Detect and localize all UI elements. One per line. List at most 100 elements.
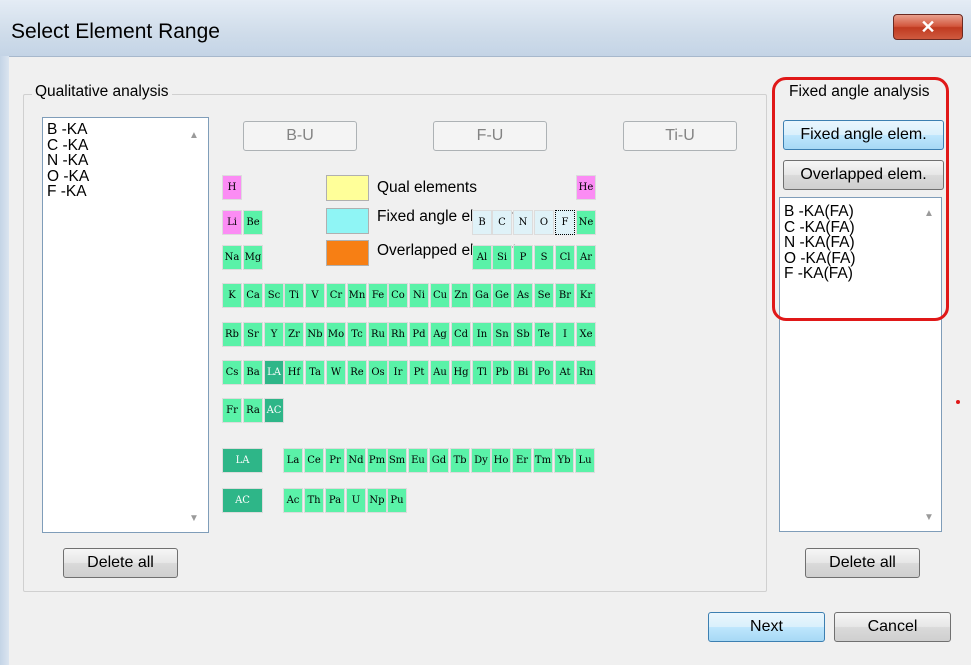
- element-cell-ac[interactable]: AC: [264, 398, 284, 423]
- element-cell-ra[interactable]: Ra: [243, 398, 263, 423]
- element-cell-pa[interactable]: Pa: [325, 488, 345, 513]
- element-cell-co[interactable]: Co: [388, 283, 408, 308]
- qualitative-delete-all-button[interactable]: Delete all: [63, 548, 178, 578]
- element-cell-bi[interactable]: Bi: [513, 360, 533, 385]
- element-cell-re[interactable]: Re: [347, 360, 367, 385]
- element-cell-pm[interactable]: Pm: [367, 448, 387, 473]
- element-cell-kr[interactable]: Kr: [576, 283, 596, 308]
- element-cell-na[interactable]: Na: [222, 245, 242, 270]
- element-cell-br[interactable]: Br: [555, 283, 575, 308]
- element-cell-po[interactable]: Po: [534, 360, 554, 385]
- element-cell-au[interactable]: Au: [430, 360, 450, 385]
- range-b-u-button[interactable]: B-U: [243, 121, 357, 151]
- element-cell-se[interactable]: Se: [534, 283, 554, 308]
- element-cell-tm[interactable]: Tm: [533, 448, 553, 473]
- element-cell-xe[interactable]: Xe: [576, 322, 596, 347]
- element-cell-ac[interactable]: Ac: [283, 488, 303, 513]
- element-cell-v[interactable]: V: [305, 283, 325, 308]
- element-cell-sn[interactable]: Sn: [492, 322, 512, 347]
- element-cell-mn[interactable]: Mn: [347, 283, 367, 308]
- element-cell-ga[interactable]: Ga: [472, 283, 492, 308]
- element-cell-nd[interactable]: Nd: [346, 448, 366, 473]
- element-cell-np[interactable]: Np: [367, 488, 387, 513]
- element-cell-cr[interactable]: Cr: [326, 283, 346, 308]
- element-cell-ba[interactable]: Ba: [243, 360, 263, 385]
- element-cell-b[interactable]: B: [472, 210, 492, 235]
- element-cell-at[interactable]: At: [555, 360, 575, 385]
- element-cell-yb[interactable]: Yb: [554, 448, 574, 473]
- element-cell-zr[interactable]: Zr: [284, 322, 304, 347]
- element-cell-tb[interactable]: Tb: [450, 448, 470, 473]
- element-cell-ar[interactable]: Ar: [576, 245, 596, 270]
- list-item[interactable]: F -KA: [47, 184, 89, 200]
- element-cell-la[interactable]: LA: [222, 448, 263, 473]
- element-cell-sr[interactable]: Sr: [243, 322, 263, 347]
- element-cell-ce[interactable]: Ce: [304, 448, 324, 473]
- element-cell-ne[interactable]: Ne: [576, 210, 596, 235]
- element-cell-as[interactable]: As: [513, 283, 533, 308]
- element-cell-rb[interactable]: Rb: [222, 322, 242, 347]
- element-cell-n[interactable]: N: [513, 210, 533, 235]
- element-cell-h[interactable]: H: [222, 175, 242, 200]
- element-cell-la[interactable]: LA: [264, 360, 284, 385]
- range-f-u-button[interactable]: F-U: [433, 121, 547, 151]
- element-cell-tl[interactable]: Tl: [472, 360, 492, 385]
- element-cell-pb[interactable]: Pb: [492, 360, 512, 385]
- element-cell-te[interactable]: Te: [534, 322, 554, 347]
- list-item[interactable]: B -KA: [47, 122, 89, 138]
- element-cell-cd[interactable]: Cd: [451, 322, 471, 347]
- element-cell-ir[interactable]: Ir: [388, 360, 408, 385]
- element-cell-ho[interactable]: Ho: [491, 448, 511, 473]
- element-cell-fe[interactable]: Fe: [368, 283, 388, 308]
- element-cell-dy[interactable]: Dy: [471, 448, 491, 473]
- element-cell-eu[interactable]: Eu: [408, 448, 428, 473]
- element-cell-cu[interactable]: Cu: [430, 283, 450, 308]
- element-cell-pt[interactable]: Pt: [409, 360, 429, 385]
- element-cell-ge[interactable]: Ge: [492, 283, 512, 308]
- element-cell-i[interactable]: I: [555, 322, 575, 347]
- element-cell-c[interactable]: C: [492, 210, 512, 235]
- element-cell-la[interactable]: La: [283, 448, 303, 473]
- list-item[interactable]: C -KA: [47, 137, 89, 154]
- element-cell-hg[interactable]: Hg: [451, 360, 471, 385]
- list-item[interactable]: O -KA: [47, 168, 89, 185]
- element-cell-gd[interactable]: Gd: [429, 448, 449, 473]
- element-cell-sc[interactable]: Sc: [264, 283, 284, 308]
- element-cell-si[interactable]: Si: [492, 245, 512, 270]
- element-cell-in[interactable]: In: [472, 322, 492, 347]
- element-cell-rn[interactable]: Rn: [576, 360, 596, 385]
- element-cell-be[interactable]: Be: [243, 210, 263, 235]
- element-cell-hf[interactable]: Hf: [284, 360, 304, 385]
- element-cell-rh[interactable]: Rh: [388, 322, 408, 347]
- element-cell-pd[interactable]: Pd: [409, 322, 429, 347]
- element-cell-zn[interactable]: Zn: [451, 283, 471, 308]
- element-cell-mo[interactable]: Mo: [326, 322, 346, 347]
- element-cell-cl[interactable]: Cl: [555, 245, 575, 270]
- element-cell-os[interactable]: Os: [368, 360, 388, 385]
- element-cell-sb[interactable]: Sb: [513, 322, 533, 347]
- element-cell-o[interactable]: O: [534, 210, 554, 235]
- element-cell-s[interactable]: S: [534, 245, 554, 270]
- element-cell-ta[interactable]: Ta: [305, 360, 325, 385]
- element-cell-nb[interactable]: Nb: [305, 322, 325, 347]
- element-cell-cs[interactable]: Cs: [222, 360, 242, 385]
- element-cell-ru[interactable]: Ru: [368, 322, 388, 347]
- element-cell-he[interactable]: He: [576, 175, 596, 200]
- scroll-down-icon[interactable]: ▼: [189, 513, 199, 524]
- cancel-button[interactable]: Cancel: [834, 612, 951, 642]
- fixed-angle-delete-all-button[interactable]: Delete all: [805, 548, 920, 578]
- element-cell-p[interactable]: P: [513, 245, 533, 270]
- range-ti-u-button[interactable]: Ti-U: [623, 121, 737, 151]
- element-cell-th[interactable]: Th: [304, 488, 324, 513]
- scroll-down-icon[interactable]: ▼: [924, 512, 934, 523]
- element-cell-mg[interactable]: Mg: [243, 245, 263, 270]
- element-cell-u[interactable]: U: [346, 488, 366, 513]
- element-cell-pr[interactable]: Pr: [325, 448, 345, 473]
- element-cell-k[interactable]: K: [222, 283, 242, 308]
- element-cell-pu[interactable]: Pu: [387, 488, 407, 513]
- qualitative-list[interactable]: B -KA C -KA N -KA O -KA F -KA ▲ ▼: [42, 117, 209, 533]
- element-cell-ti[interactable]: Ti: [284, 283, 304, 308]
- scroll-up-icon[interactable]: ▲: [189, 130, 199, 141]
- element-cell-ni[interactable]: Ni: [409, 283, 429, 308]
- element-cell-ag[interactable]: Ag: [430, 322, 450, 347]
